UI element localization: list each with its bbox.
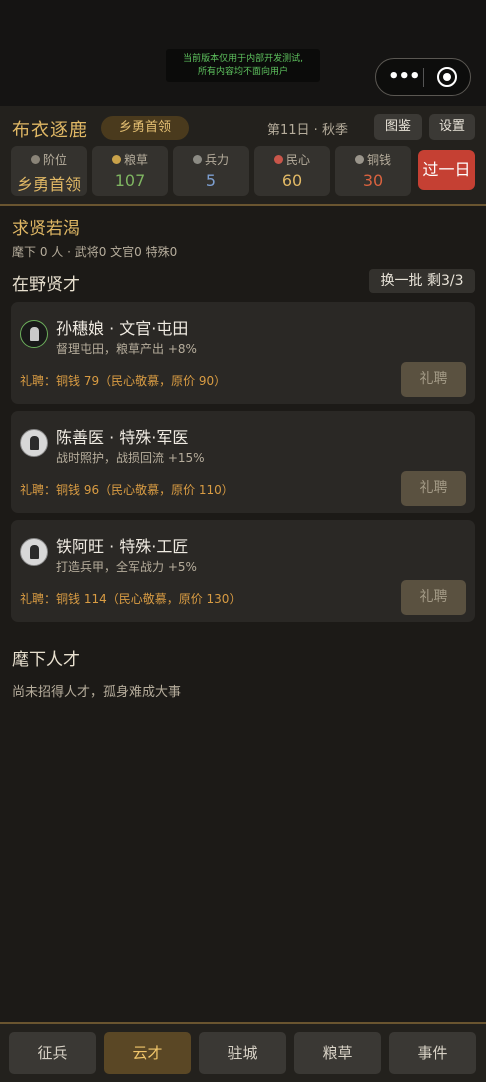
- troops-icon: [192, 155, 202, 164]
- tab-grain[interactable]: 粮草: [294, 1032, 381, 1074]
- person-icon: [30, 545, 39, 559]
- next-day-button[interactable]: 过一日: [418, 150, 475, 190]
- day-season: 第11日 · 秋季: [267, 123, 348, 138]
- stat-label: 阶位: [42, 153, 67, 167]
- notice-line-1: 当前版本仅用于内部开发测试,: [183, 53, 303, 64]
- subordinates-empty: 尚未招得人才，孤身难成大事: [12, 685, 182, 700]
- game-header: 布衣逐鹿 乡勇首领 第11日 · 秋季 图鉴 设置 阶位 乡勇首领 粮草 107…: [0, 106, 486, 206]
- morale-icon: [273, 155, 283, 164]
- notice-line-2: 所有内容均不面向用户: [197, 66, 288, 77]
- rank-chip: 乡勇首领: [101, 116, 189, 140]
- dev-notice: 当前版本仅用于内部开发测试, 所有内容均不面向用户: [166, 49, 320, 82]
- stat-label: 兵力: [204, 153, 229, 167]
- capsule-divider: [423, 68, 424, 87]
- stat-troops: 兵力 5: [173, 146, 249, 196]
- subordinates-title: 麾下人才: [12, 650, 80, 670]
- candidate-card: 孙穗娘 · 文官·屯田 督理屯田，粮草产出 +8% 礼聘：铜钱 79（民心敬慕，…: [11, 302, 475, 404]
- candidate-desc: 战时照护，战损回流 +15%: [56, 451, 205, 465]
- settings-button[interactable]: 设置: [429, 114, 475, 140]
- stat-label: 民心: [285, 153, 310, 167]
- grain-icon: [111, 155, 121, 164]
- stat-morale: 民心 60: [254, 146, 330, 196]
- candidate-name: 孙穗娘 · 文官·屯田: [56, 319, 189, 338]
- candidate-price: 礼聘：铜钱 96（民心敬慕，原价 110）: [20, 483, 234, 497]
- avatar: [20, 320, 48, 348]
- atlas-button[interactable]: 图鉴: [374, 114, 422, 140]
- tab-garrison[interactable]: 驻城: [199, 1032, 286, 1074]
- more-dots-icon[interactable]: •••: [388, 67, 421, 87]
- hire-button[interactable]: 礼聘: [401, 580, 466, 615]
- refresh-batch-button[interactable]: 换一批 剩3/3: [369, 269, 475, 293]
- avatar: [20, 429, 48, 457]
- bottom-nav: 征兵 云才 驻城 粮草 事件: [0, 1022, 486, 1082]
- stat-coins: 铜钱 30: [335, 146, 411, 196]
- recruit-summary: 麾下 0 人 · 武将0 文官0 特殊0: [12, 245, 178, 259]
- stat-value: 60: [281, 171, 303, 190]
- tab-conscript[interactable]: 征兵: [9, 1032, 96, 1074]
- stat-label: 粮草: [123, 153, 148, 167]
- hire-button[interactable]: 礼聘: [401, 471, 466, 506]
- game-title: 布衣逐鹿: [12, 120, 88, 141]
- candidate-desc: 督理屯田，粮草产出 +8%: [56, 342, 197, 356]
- stat-value: 5: [205, 171, 217, 190]
- candidate-name: 铁阿旺 · 特殊·工匠: [56, 537, 189, 556]
- stat-rank: 阶位 乡勇首领: [11, 146, 87, 196]
- rank-icon: [30, 155, 40, 164]
- stat-label: 铜钱: [366, 153, 391, 167]
- tab-events[interactable]: 事件: [389, 1032, 476, 1074]
- person-icon: [30, 436, 39, 450]
- stat-value: 107: [114, 171, 146, 190]
- avatar: [20, 538, 48, 566]
- person-icon: [30, 327, 39, 341]
- candidate-card: 铁阿旺 · 特殊·工匠 打造兵甲，全军战力 +5% 礼聘：铜钱 114（民心敬慕…: [11, 520, 475, 622]
- stat-value: 乡勇首领: [16, 175, 81, 194]
- status-area: 当前版本仅用于内部开发测试, 所有内容均不面向用户 •••: [0, 0, 486, 106]
- recruit-title: 求贤若渴: [12, 219, 80, 239]
- tab-talent[interactable]: 云才: [104, 1032, 191, 1074]
- miniprogram-capsule: •••: [375, 58, 471, 96]
- target-circle-icon[interactable]: [437, 67, 457, 87]
- hire-button[interactable]: 礼聘: [401, 362, 466, 397]
- candidate-price: 礼聘：铜钱 114（民心敬慕，原价 130）: [20, 592, 242, 606]
- candidate-desc: 打造兵甲，全军战力 +5%: [56, 560, 197, 574]
- stat-value: 30: [362, 171, 384, 190]
- coin-icon: [354, 155, 364, 164]
- candidate-card: 陈善医 · 特殊·军医 战时照护，战损回流 +15% 礼聘：铜钱 96（民心敬慕…: [11, 411, 475, 513]
- candidate-price: 礼聘：铜钱 79（民心敬慕，原价 90）: [20, 374, 227, 388]
- candidate-name: 陈善医 · 特殊·军医: [56, 428, 189, 447]
- wild-talent-title: 在野贤才: [12, 275, 80, 295]
- stat-grain: 粮草 107: [92, 146, 168, 196]
